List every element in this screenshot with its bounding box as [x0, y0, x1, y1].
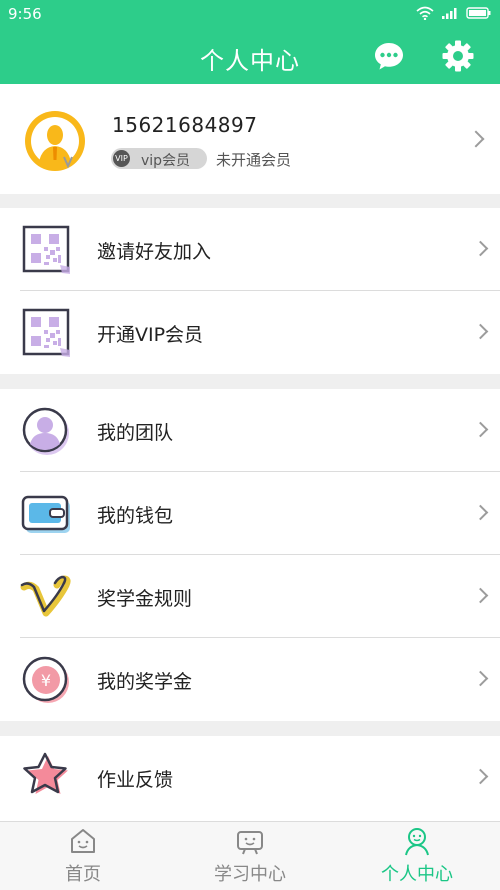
study-icon [235, 826, 265, 856]
header-bar: 个人中心 [0, 28, 500, 84]
chevron-right-icon [472, 504, 489, 521]
battery-icon [466, 6, 492, 24]
message-button[interactable] [373, 40, 405, 72]
vip-status-text: 未开通会员 [216, 151, 292, 169]
tab-personal-center[interactable]: 个人中心 [357, 822, 477, 890]
status-icons [416, 6, 492, 24]
chevron-right-icon [472, 587, 489, 604]
menu-group-invite: 邀请好友加入 开通VIP会员 [0, 208, 500, 374]
settings-button[interactable] [441, 39, 475, 73]
yen-coin-icon: ¥ [20, 654, 72, 706]
menu-item-label: 我的钱包 [97, 505, 174, 527]
gear-icon [441, 40, 475, 77]
menu-item-homework-feedback[interactable]: 作业反馈 [0, 736, 500, 819]
chevron-right-icon [472, 421, 489, 438]
menu-item-my-wallet[interactable]: 我的钱包 [0, 472, 500, 555]
profile-card[interactable]: 15621684897 VIP vip会员 未开通会员 [0, 84, 500, 194]
menu-group-feedback: 作业反馈 [0, 736, 500, 821]
signal-icon [441, 6, 459, 24]
chevron-right-icon [467, 130, 485, 148]
menu-item-label: 作业反馈 [97, 769, 174, 791]
page-title: 个人中心 [200, 47, 300, 75]
status-bar: 9:56 [0, 0, 500, 28]
menu-item-my-scholarship[interactable]: ¥ 我的奖学金 [0, 638, 500, 721]
menu-group-account: 我的团队 我的钱包 奖学金规则 ¥ 我的奖学金 [0, 389, 500, 721]
vip-icon: VIP [113, 150, 130, 167]
menu-item-label: 我的奖学金 [97, 671, 193, 693]
menu-item-invite-friends[interactable]: 邀请好友加入 [0, 208, 500, 291]
tab-label: 学习中心 [214, 864, 286, 885]
v-rules-icon [20, 571, 72, 623]
bottom-tab-bar: 首页 学习中心 个人中心 [0, 821, 500, 890]
vip-badge-label: vip会员 [141, 153, 191, 169]
menu-item-label: 邀请好友加入 [97, 241, 212, 263]
tab-label: 个人中心 [381, 864, 453, 885]
menu-item-label: 开通VIP会员 [97, 324, 204, 346]
avatar[interactable] [24, 110, 86, 172]
profile-icon [402, 826, 432, 856]
team-icon [20, 405, 72, 457]
menu-item-scholarship-rules[interactable]: 奖学金规则 [0, 555, 500, 638]
tab-study-center[interactable]: 学习中心 [190, 822, 310, 890]
phone-number: 15621684897 [112, 113, 258, 137]
tab-label: 首页 [65, 864, 101, 885]
chevron-right-icon [472, 323, 489, 340]
qr-code-icon [20, 307, 72, 359]
chevron-right-icon [472, 670, 489, 687]
status-time: 9:56 [8, 5, 42, 23]
wifi-icon [416, 6, 434, 24]
chevron-right-icon [472, 240, 489, 257]
tab-home[interactable]: 首页 [23, 822, 143, 890]
home-icon [68, 826, 98, 856]
wallet-icon [20, 488, 72, 540]
menu-item-label: 奖学金规则 [97, 588, 193, 610]
menu-item-label: 我的团队 [97, 422, 174, 444]
menu-item-my-team[interactable]: 我的团队 [0, 389, 500, 472]
chat-icon [373, 43, 405, 76]
svg-text:¥: ¥ [41, 671, 51, 690]
menu-item-open-vip[interactable]: 开通VIP会员 [0, 291, 500, 374]
vip-badge: VIP vip会员 [111, 148, 207, 169]
chevron-right-icon [472, 768, 489, 785]
star-icon [20, 750, 72, 802]
qr-code-icon [20, 224, 72, 276]
